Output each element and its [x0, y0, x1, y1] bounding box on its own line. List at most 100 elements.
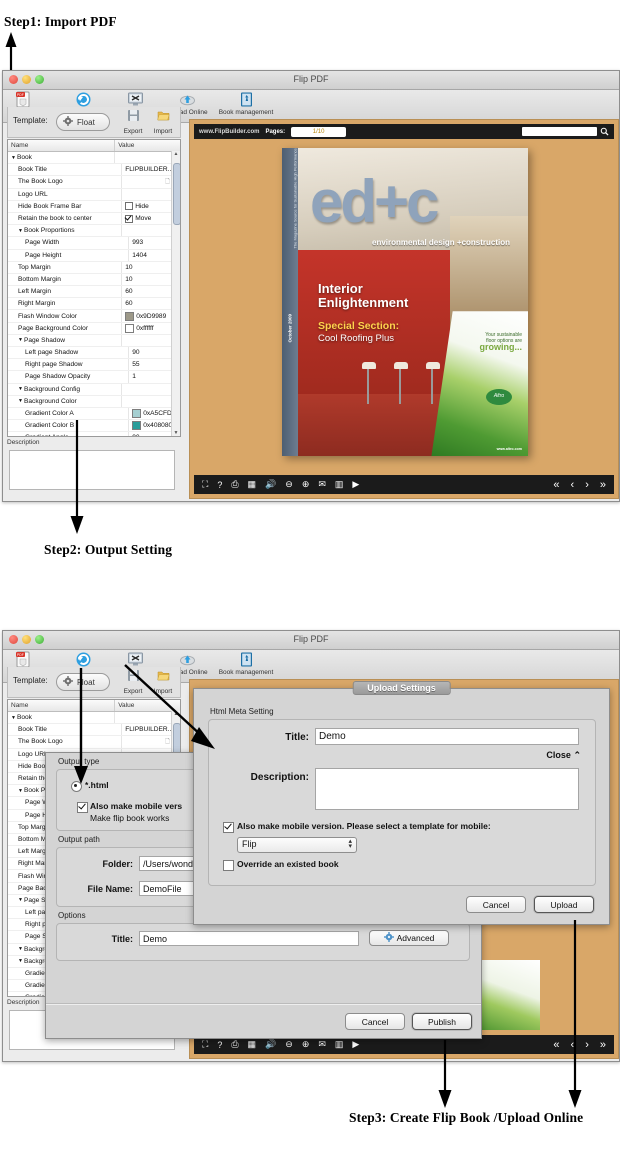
tree-row[interactable]: Gradient Color B0x408080 [8, 420, 180, 432]
color-swatch[interactable] [125, 324, 134, 333]
flipbook-preview[interactable]: www.FlipBuilder.com Pages: 1/10 [189, 119, 619, 499]
tree-row[interactable]: Page Shadow Opacity1 [8, 371, 180, 383]
search-input[interactable] [522, 127, 597, 136]
tree-row[interactable]: Logo URL [8, 189, 180, 201]
tree-row[interactable]: Bottom Margin10 [8, 274, 180, 286]
output-cancel-button[interactable]: Cancel [345, 1013, 405, 1030]
chevron-down-icon[interactable]: ▼ [11, 715, 16, 721]
tree-row[interactable]: ▼Background Config [8, 384, 180, 396]
property-tree[interactable]: Name Value ▼BookBook TitleFLIPBUILDER...… [7, 139, 181, 437]
chevron-down-icon[interactable]: ▼ [18, 228, 23, 234]
close-link[interactable]: Close ⌃ [546, 750, 581, 761]
chevron-down-icon[interactable]: ▼ [18, 958, 23, 964]
autoplay-icon[interactable]: ▶ [352, 1039, 359, 1050]
tree-rows[interactable]: ▼BookBook TitleFLIPBUILDER...The Book Lo… [8, 152, 180, 437]
upload-upload-button[interactable]: Upload [534, 896, 594, 913]
email-icon[interactable]: ✉ [318, 1039, 326, 1050]
tree-row[interactable]: Book TitleFLIPBUILDER... [8, 164, 180, 176]
color-swatch[interactable] [132, 409, 141, 418]
last-page-icon[interactable]: » [600, 1039, 606, 1051]
tree-row[interactable]: Gradient Color A0xA5CFD1 [8, 408, 180, 420]
first-page-icon[interactable]: « [553, 479, 559, 491]
tree-row[interactable]: Page Height1404 [8, 250, 180, 262]
fullscreen-icon[interactable]: ⛶ [202, 479, 208, 490]
tree-row[interactable]: ▼Page Shadow [8, 335, 180, 347]
thumbnails-icon[interactable]: ▦ [248, 479, 257, 490]
next-page-icon[interactable]: › [585, 479, 589, 491]
template-bar[interactable]: Template: Float Export [7, 107, 181, 138]
scroll-thumb[interactable] [173, 163, 181, 225]
zoom-in-icon[interactable]: ⊕ [302, 1039, 310, 1050]
tree-row[interactable]: Page Width993 [8, 237, 180, 249]
template-import-button[interactable]: Import [150, 109, 176, 136]
chevron-down-icon[interactable]: ▼ [18, 946, 23, 952]
preview-search[interactable] [522, 123, 609, 141]
override-book-checkbox[interactable] [223, 860, 234, 871]
tree-checkbox[interactable] [125, 215, 133, 223]
color-swatch[interactable] [132, 421, 141, 430]
options-title-input[interactable] [139, 931, 359, 946]
output-publish-button[interactable]: Publish [412, 1013, 472, 1030]
advanced-button[interactable]: Advanced [369, 930, 449, 946]
zoom-out-icon[interactable]: ⊖ [285, 1039, 293, 1050]
sound-icon[interactable]: 🔊 [265, 1039, 276, 1050]
fullscreen-icon[interactable]: ⛶ [202, 1039, 208, 1050]
tree-row[interactable]: Retain the book to centerMove [8, 213, 180, 225]
scroll-down-icon[interactable]: ▼ [173, 430, 179, 436]
thumbnails-icon[interactable]: ▦ [248, 1039, 257, 1050]
mobile-version-checkbox[interactable] [77, 802, 88, 813]
upload-description-input[interactable] [315, 768, 579, 810]
tree-row[interactable]: Right page Shadow55 [8, 359, 180, 371]
chevron-down-icon[interactable]: ▼ [18, 398, 23, 404]
chevron-down-icon[interactable]: ▼ [18, 386, 23, 392]
last-page-icon[interactable]: » [600, 479, 606, 491]
upload-mobile-checkbox[interactable] [223, 822, 234, 833]
preview-navigation[interactable]: « ‹ › » [553, 479, 606, 491]
chevron-down-icon[interactable]: ▼ [18, 337, 23, 343]
tree-row[interactable]: ▼Book Proportions [8, 225, 180, 237]
tree-row[interactable]: Page Background Color0xffffff [8, 323, 180, 335]
chevron-down-icon[interactable]: ▼ [18, 788, 23, 794]
tree-row[interactable]: Hide Book Frame BarHide [8, 201, 180, 213]
color-swatch[interactable] [125, 312, 134, 321]
chevron-down-icon[interactable]: ▼ [18, 897, 23, 903]
tree-row[interactable]: Right Margin60 [8, 298, 180, 310]
toolbar-button-book-management[interactable]: Book management [213, 91, 279, 117]
prev-page-icon[interactable]: ‹ [571, 479, 575, 491]
browse-file-icon[interactable]: 🗋 [165, 177, 170, 187]
help-icon[interactable]: ? [217, 480, 222, 490]
zoom-out-icon[interactable]: ⊖ [285, 479, 293, 490]
titlebar-2[interactable]: Flip PDF [3, 631, 619, 650]
print-icon[interactable]: ⎙ [231, 1039, 238, 1050]
bookmark-icon[interactable]: ▥ [335, 479, 344, 490]
mobile-template-select[interactable]: Flip ▴▾ [237, 837, 357, 853]
tree-row[interactable]: Gradient Angle90 [8, 432, 180, 437]
tree-row[interactable]: Left page Shadow90 [8, 347, 180, 359]
upload-title-input[interactable] [315, 728, 579, 745]
magazine-cover[interactable]: Your sustainable floor options are growi… [282, 148, 528, 456]
autoplay-icon[interactable]: ▶ [352, 479, 359, 490]
email-icon[interactable]: ✉ [318, 479, 326, 490]
template-export-button[interactable]: Export [120, 109, 146, 136]
flip-pdf-window-1[interactable]: Flip PDF PDF Import App [2, 70, 620, 502]
tree-checkbox[interactable] [125, 202, 133, 210]
preview-page-input[interactable]: 1/10 [291, 127, 346, 137]
sound-icon[interactable]: 🔊 [265, 479, 276, 490]
bookmark-icon[interactable]: ▥ [335, 1039, 344, 1050]
help-icon[interactable]: ? [217, 1040, 222, 1050]
description-box[interactable] [9, 450, 175, 490]
preview-bottom-toolbar[interactable]: ⛶ ? ⎙ ▦ 🔊 ⊖ ⊕ ✉ ▥ ▶ « ‹ › » [194, 475, 614, 494]
chevron-down-icon[interactable]: ▼ [11, 155, 16, 161]
tree-row[interactable]: Top Margin10 [8, 262, 180, 274]
preview-top-bar[interactable]: www.FlipBuilder.com Pages: 1/10 [194, 124, 614, 139]
titlebar[interactable]: Flip PDF [3, 71, 619, 90]
template-select-button[interactable]: Float [56, 113, 110, 131]
tree-row[interactable]: The Book Logo🗋 [8, 176, 180, 188]
zoom-in-icon[interactable]: ⊕ [302, 479, 310, 490]
first-page-icon[interactable]: « [553, 1039, 559, 1051]
tree-row[interactable]: Flash Window Color0x9D9989 [8, 310, 180, 322]
upload-cancel-button[interactable]: Cancel [466, 896, 526, 913]
toolbar-button-book-management[interactable]: Book management [213, 651, 279, 677]
tree-scrollbar[interactable]: ▲ ▼ [171, 151, 180, 436]
search-icon[interactable] [600, 123, 609, 141]
